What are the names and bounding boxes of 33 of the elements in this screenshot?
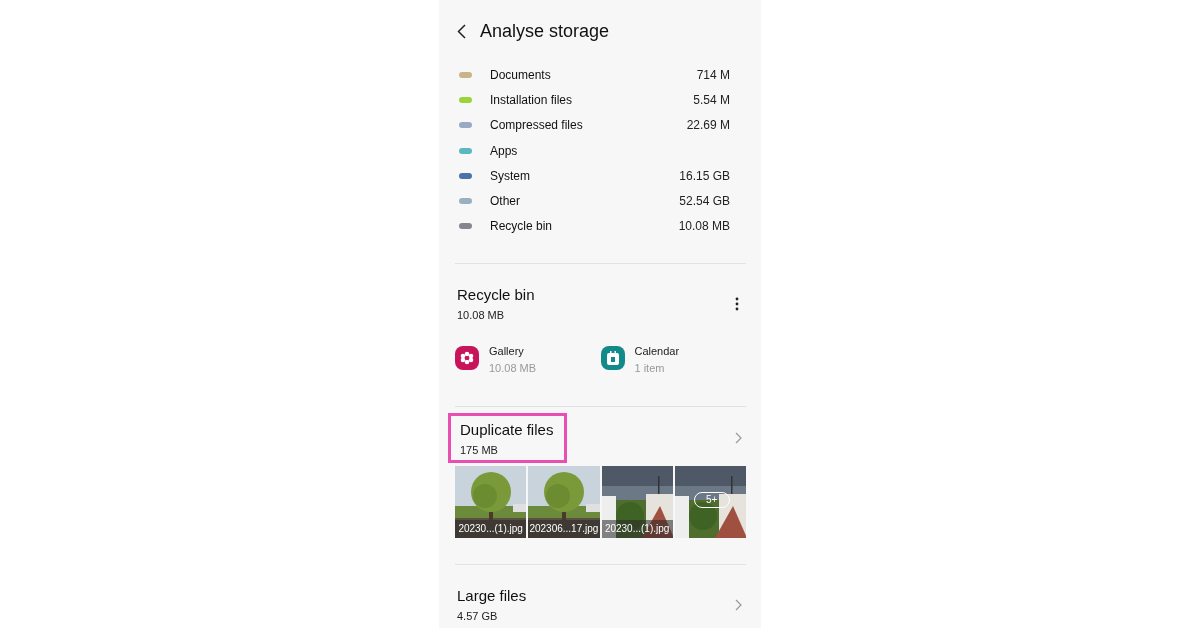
app-name: Gallery: [489, 344, 525, 360]
legend-label: Compressed files: [490, 117, 583, 135]
file-name: 202306...17.jpg: [528, 520, 600, 539]
section-size: 4.57 GB: [457, 608, 499, 624]
legend-label: Other: [490, 193, 520, 211]
legend-value: 10.08 MB: [678, 218, 731, 236]
app-detail: 10.08 MB: [489, 360, 537, 376]
calendar-icon[interactable]: [600, 346, 625, 371]
legend-value: 22.69 M: [686, 117, 731, 135]
section-size: 10.08 MB: [457, 307, 506, 323]
legend-label: Apps: [490, 142, 518, 160]
screen-title: Analyse storage: [480, 19, 610, 43]
legend-label: System: [490, 167, 530, 185]
chevron-right-icon[interactable]: [735, 432, 742, 445]
more-options-icon[interactable]: [735, 296, 739, 311]
section-title: Large files: [457, 586, 527, 607]
back-icon[interactable]: [457, 23, 466, 39]
legend-label: Recycle bin: [490, 218, 553, 236]
section-size: 175 MB: [460, 442, 499, 458]
legend-value: 714 M: [696, 66, 731, 84]
flower-icon[interactable]: [455, 346, 479, 371]
legend-value: 5.54 M: [693, 91, 731, 109]
section-title: Duplicate files: [460, 420, 554, 441]
section-title: Recycle bin: [457, 285, 535, 306]
file-name: 20230...(1).jpg: [455, 520, 527, 539]
legend-label: Documents: [490, 66, 551, 84]
legend-label: Installation files: [490, 91, 573, 109]
app-detail: 1 item: [634, 360, 666, 376]
app-name: Calendar: [634, 344, 680, 360]
legend-value: 16.15 GB: [679, 167, 731, 185]
legend-value: 52.54 GB: [679, 193, 731, 211]
chevron-right-icon[interactable]: [735, 598, 742, 611]
file-name: 20230...(1).jpg: [601, 520, 673, 539]
